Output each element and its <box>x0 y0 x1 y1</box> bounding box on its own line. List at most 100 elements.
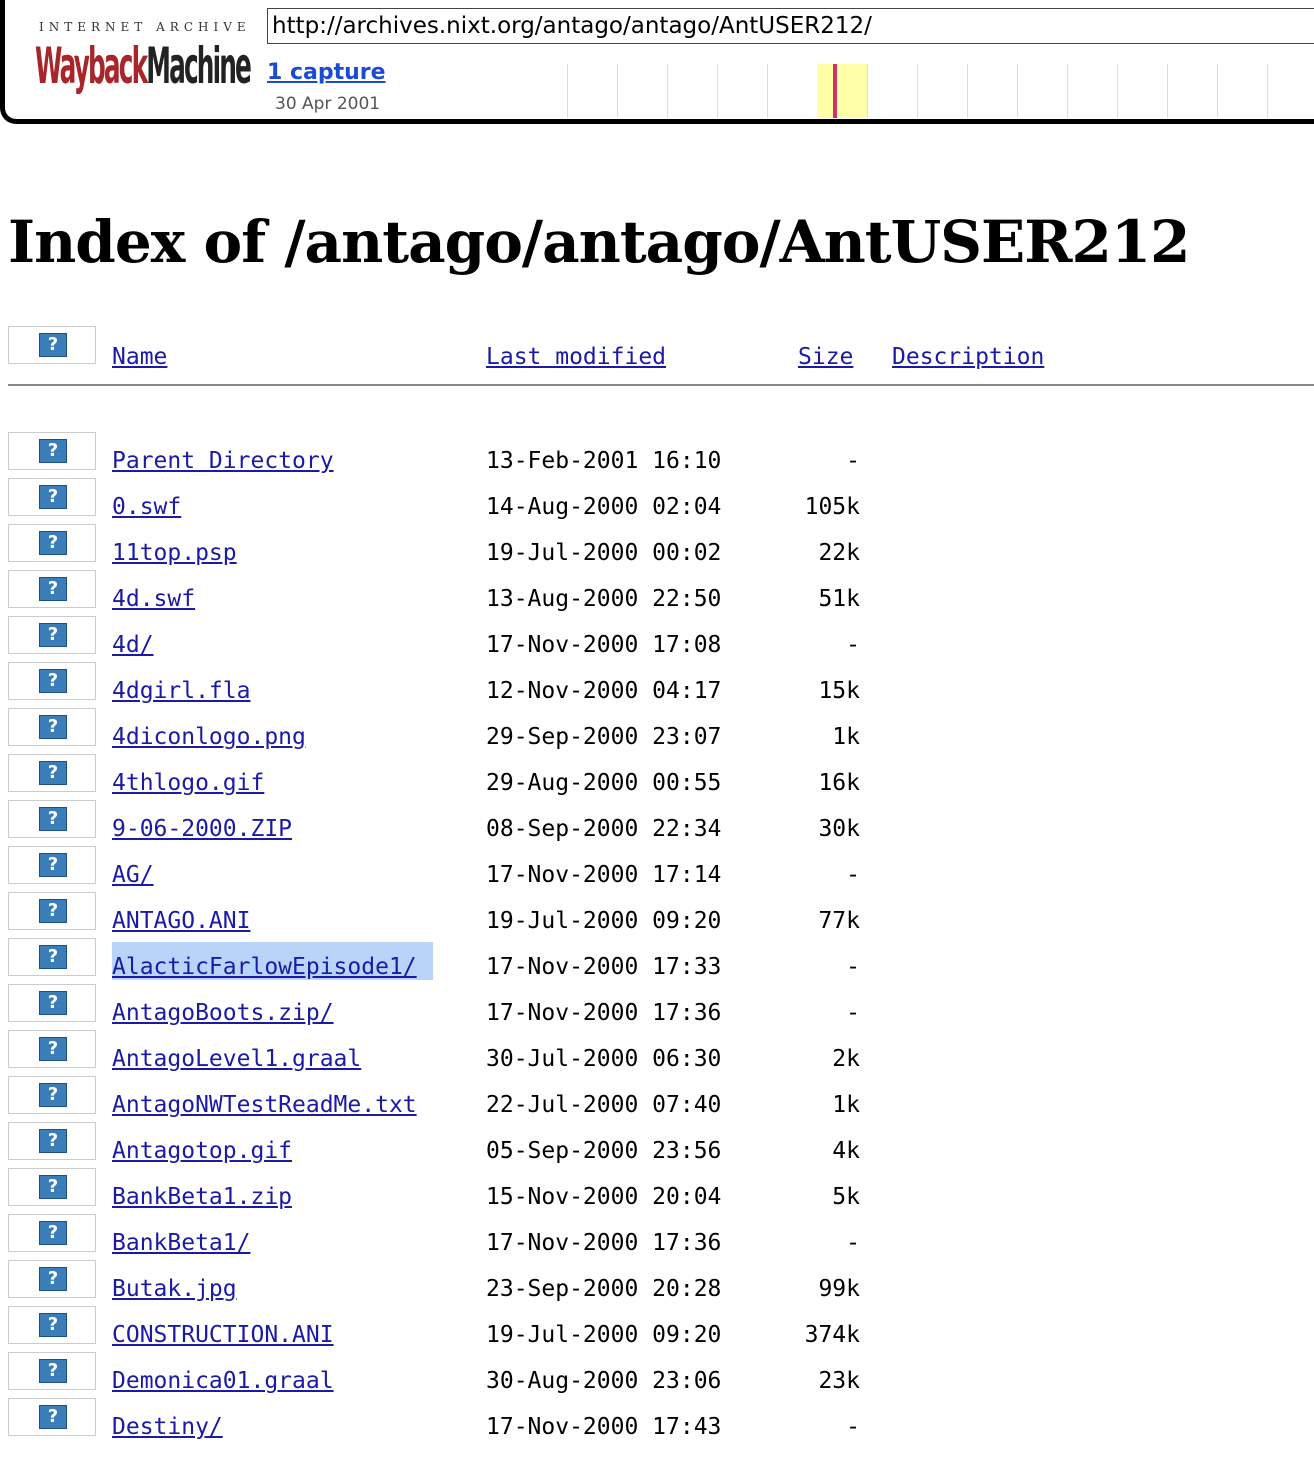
file-name-link[interactable]: AntagoNWTestReadMe.txt <box>112 1092 417 1118</box>
size-cell: 5k <box>832 1184 860 1210</box>
table-row: ? 9-06-2000.ZIP 08-Sep-2000 22:34 30k <box>0 800 1314 846</box>
file-icon-link[interactable]: ? <box>8 754 96 792</box>
unknown-file-icon: ? <box>39 1221 67 1245</box>
unknown-file-icon: ? <box>39 945 67 969</box>
size-cell: 374k <box>804 1322 860 1348</box>
timeline-tick <box>617 64 618 118</box>
unknown-file-icon: ? <box>39 1129 67 1153</box>
file-name-link[interactable]: Antagotop.gif <box>112 1138 292 1164</box>
last-modified-cell: 30-Jul-2000 06:30 <box>486 1046 722 1072</box>
timeline-tick <box>1017 64 1018 118</box>
size-cell: - <box>846 1414 860 1440</box>
header-description-link[interactable]: Description <box>892 344 1044 370</box>
table-row: ? AlacticFarlowEpisode1/17-Nov-2000 17:33… <box>0 938 1314 984</box>
unknown-file-icon: ? <box>39 899 67 923</box>
file-icon-link[interactable]: ? <box>8 1260 96 1298</box>
file-icon-link[interactable]: ? <box>8 1352 96 1390</box>
file-name-link[interactable]: 4d.swf <box>112 586 195 612</box>
file-name-link[interactable]: Butak.jpg <box>112 1276 237 1302</box>
last-modified-cell: 17-Nov-2000 17:33 <box>486 954 722 980</box>
file-icon-link[interactable]: ? <box>8 1122 96 1160</box>
last-modified-cell: 23-Sep-2000 20:28 <box>486 1276 722 1302</box>
last-modified-cell: 14-Aug-2000 02:04 <box>486 494 722 520</box>
timeline-capture-marker[interactable] <box>833 64 837 118</box>
last-modified-cell: 29-Sep-2000 23:07 <box>486 724 722 750</box>
file-icon-link[interactable]: ? <box>8 524 96 562</box>
file-icon-link[interactable]: ? <box>8 708 96 746</box>
unknown-file-icon: ? <box>39 715 67 739</box>
file-name-link[interactable]: 9-06-2000.ZIP <box>112 816 292 842</box>
file-icon-link[interactable]: ? <box>8 1306 96 1344</box>
internet-archive-label: INTERNET ARCHIVE <box>39 20 251 34</box>
blank-icon: ? <box>8 326 96 364</box>
file-name-link[interactable]: AlacticFarlowEpisode1/ <box>112 942 433 980</box>
last-modified-cell: 17-Nov-2000 17:36 <box>486 1000 722 1026</box>
table-row: ? AntagoLevel1.graal 30-Jul-2000 06:30 2k <box>0 1030 1314 1076</box>
file-icon-link[interactable]: ? <box>8 570 96 608</box>
last-modified-cell: 17-Nov-2000 17:43 <box>486 1414 722 1440</box>
file-name-link[interactable]: AG/ <box>112 862 154 888</box>
size-cell: 15k <box>818 678 860 704</box>
last-modified-cell: 22-Jul-2000 07:40 <box>486 1092 722 1118</box>
file-icon-link[interactable]: ? <box>8 938 96 976</box>
last-modified-cell: 17-Nov-2000 17:08 <box>486 632 722 658</box>
size-cell: 99k <box>818 1276 860 1302</box>
timeline-tick <box>767 64 768 118</box>
file-name-link[interactable]: Parent Directory <box>112 448 334 474</box>
file-name-link[interactable]: 0.swf <box>112 494 181 520</box>
file-icon-link[interactable]: ? <box>8 1214 96 1252</box>
size-cell: - <box>846 1000 860 1026</box>
last-modified-cell: 19-Jul-2000 09:20 <box>486 908 722 934</box>
file-name-link[interactable]: AntagoLevel1.graal <box>112 1046 361 1072</box>
wordmark-wayback: Wayback <box>35 38 148 96</box>
wayback-logo[interactable]: INTERNET ARCHIVE WaybackMachine <box>33 18 252 98</box>
header-name-link[interactable]: Name <box>112 344 167 370</box>
file-name-link[interactable]: Demonica01.graal <box>112 1368 334 1394</box>
file-icon-link[interactable]: ? <box>8 616 96 654</box>
unknown-file-icon: ? <box>39 1037 67 1061</box>
file-icon-link[interactable]: ? <box>8 662 96 700</box>
capture-timeline[interactable] <box>567 64 1314 118</box>
file-icon-link[interactable]: ? <box>8 478 96 516</box>
file-icon-link[interactable]: ? <box>8 1398 96 1436</box>
unknown-file-icon: ? <box>39 531 67 555</box>
header-size-link[interactable]: Size <box>798 344 853 370</box>
file-icon-link[interactable]: ? <box>8 800 96 838</box>
file-name-link[interactable]: 4diconlogo.png <box>112 724 306 750</box>
url-input[interactable]: http://archives.nixt.org/antago/antago/A… <box>267 8 1314 44</box>
file-name-link[interactable]: CONSTRUCTION.ANI <box>112 1322 334 1348</box>
timeline-tick <box>1067 64 1068 118</box>
file-name-link[interactable]: BankBeta1.zip <box>112 1184 292 1210</box>
unknown-file-icon: ? <box>39 1359 67 1383</box>
file-name-link[interactable]: ANTAGO.ANI <box>112 908 250 934</box>
file-icon-link[interactable]: ? <box>8 1168 96 1206</box>
file-icon-link[interactable]: ? <box>8 1030 96 1068</box>
size-cell: 105k <box>804 494 860 520</box>
file-name-link[interactable]: Destiny/ <box>112 1414 223 1440</box>
size-cell: 1k <box>832 724 860 750</box>
size-cell: 4k <box>832 1138 860 1164</box>
capture-date: 30 Apr 2001 <box>275 94 381 114</box>
file-icon-link[interactable]: ? <box>8 1076 96 1114</box>
table-row: ? AntagoNWTestReadMe.txt 22-Jul-2000 07:40… <box>0 1076 1314 1122</box>
file-name-link[interactable]: 4dgirl.fla <box>112 678 250 704</box>
wayback-toolbar: INTERNET ARCHIVE WaybackMachine http://a… <box>0 0 1314 124</box>
file-name-link[interactable]: 4d/ <box>112 632 154 658</box>
file-icon-link[interactable]: ? <box>8 984 96 1022</box>
file-name-link[interactable]: BankBeta1/ <box>112 1230 250 1256</box>
table-row: ? BankBeta1.zip 15-Nov-2000 20:04 5k <box>0 1168 1314 1214</box>
header-last-modified-link[interactable]: Last modified <box>486 344 666 370</box>
file-name-link[interactable]: AntagoBoots.zip/ <box>112 1000 334 1026</box>
timeline-tick <box>1217 64 1218 118</box>
file-icon-link[interactable]: ? <box>8 892 96 930</box>
unknown-file-icon: ? <box>39 761 67 785</box>
file-name-link[interactable]: 11top.psp <box>112 540 237 566</box>
size-cell: - <box>846 1230 860 1256</box>
file-icon-link[interactable]: ? <box>8 846 96 884</box>
size-cell: 77k <box>818 908 860 934</box>
file-name-link[interactable]: 4thlogo.gif <box>112 770 264 796</box>
header-divider <box>8 384 1314 386</box>
captures-link[interactable]: 1 capture <box>267 60 386 85</box>
last-modified-cell: 12-Nov-2000 04:17 <box>486 678 722 704</box>
file-icon-link[interactable]: ? <box>8 432 96 470</box>
